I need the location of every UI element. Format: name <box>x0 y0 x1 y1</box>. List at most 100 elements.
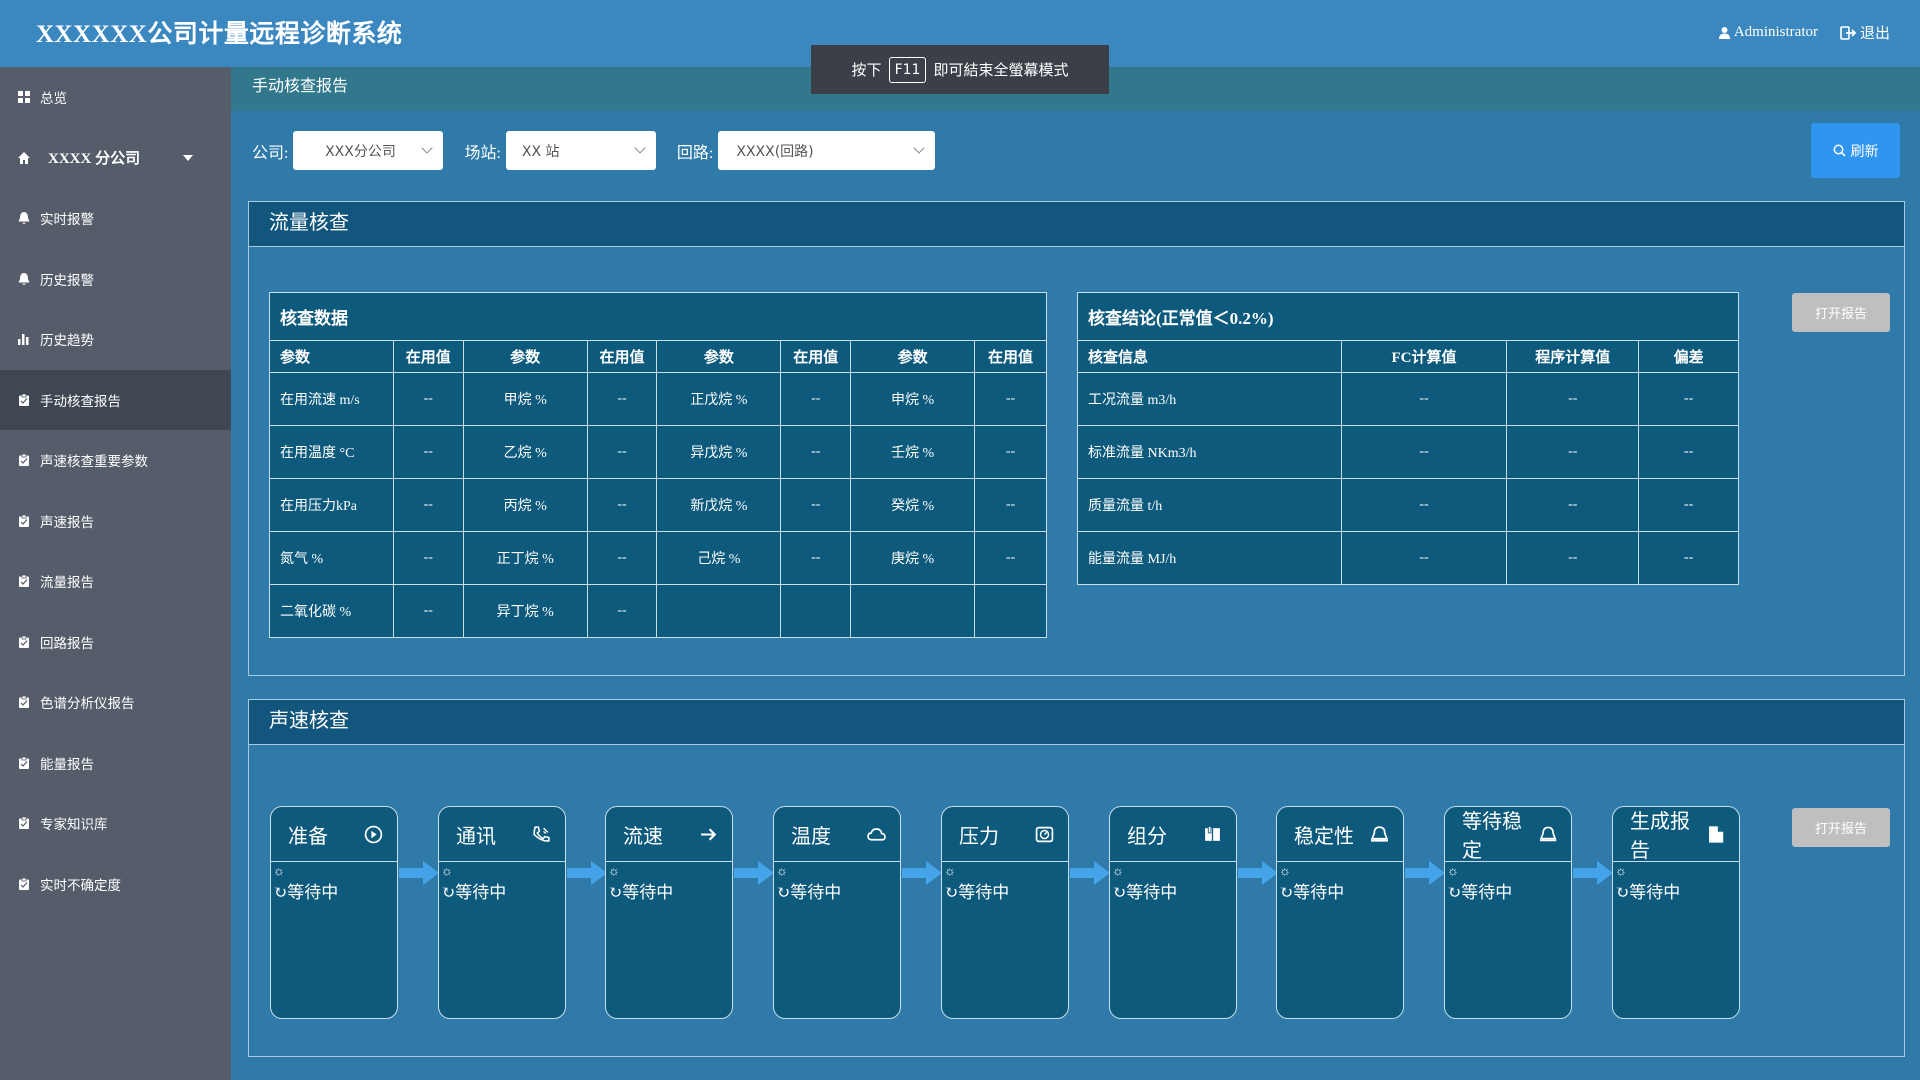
flow-arrow-icon <box>567 861 607 885</box>
cloud-icon <box>867 827 886 841</box>
caret-down-icon <box>183 154 193 161</box>
sidebar-item-13[interactable]: 实时不确定度 <box>0 854 231 915</box>
flow-arrow-icon <box>1405 861 1445 885</box>
sidebar-item-4[interactable]: 历史趋势 <box>0 309 231 370</box>
check-conclusion-cell: -- <box>1638 478 1739 532</box>
table-row: 氮气 % -- 正丁烷 % -- 己烷 % -- 庚烷 % -- <box>269 531 1047 585</box>
step-status: ☼ ↻等待中 <box>271 862 397 903</box>
refresh-button[interactable]: 刷新 <box>1811 123 1900 178</box>
table-row: 在用流速 m/s -- 甲烷 % -- 正戊烷 % -- 申烷 % -- <box>269 372 1047 426</box>
check-data-cell: -- <box>974 425 1047 479</box>
bell-outline-icon <box>1539 826 1557 841</box>
sidebar-item-label: 手动核查报告 <box>40 393 121 409</box>
sidebar-item-9[interactable]: 回路报告 <box>0 612 231 673</box>
sidebar-item-11[interactable]: 能量报告 <box>0 733 231 794</box>
check-conclusion-cell: 质量流量 t/h <box>1077 478 1342 532</box>
sidebar-item-7[interactable]: 声速报告 <box>0 491 231 552</box>
flow-arrow-icon <box>1238 861 1278 885</box>
step-status: ☼ ↻等待中 <box>774 862 900 903</box>
check-data-cell: 丙烷 % <box>462 478 588 532</box>
sidebar-item-5[interactable]: 手动核查报告 <box>0 369 231 430</box>
step-status: ☼ ↻等待中 <box>606 862 732 903</box>
step-status: ☼ ↻等待中 <box>942 862 1068 903</box>
sidebar-item-2[interactable]: 实时报警 <box>0 188 231 249</box>
flow-check-title: 流量核查 <box>249 202 1904 247</box>
chevron-down-icon <box>634 142 646 154</box>
step-status: ☼ ↻等待中 <box>1277 862 1403 903</box>
check-data-cell: 在用流速 m/s <box>269 372 394 426</box>
check-conclusion-cell: -- <box>1340 531 1508 585</box>
check-conclusion-header-cell: 偏差 <box>1638 340 1739 373</box>
table-row: 工况流量 m3/h -- -- -- <box>1077 372 1739 426</box>
loop-label: 回路: <box>676 144 714 162</box>
sidebar-item-label: 实时报警 <box>40 212 94 228</box>
flow-arrow-icon <box>1573 861 1613 885</box>
step-header: 稳定性 <box>1277 807 1403 862</box>
check-data-cell: -- <box>780 425 852 479</box>
chevron-down-icon <box>913 142 926 154</box>
search-icon <box>1833 144 1846 157</box>
clipboard-icon <box>19 514 29 527</box>
step-label: 温度 <box>791 825 831 848</box>
sidebar-item-12[interactable]: 专家知识库 <box>0 793 231 854</box>
check-conclusion-cell: 能量流量 MJ/h <box>1077 531 1342 585</box>
clipboard-icon <box>19 696 29 709</box>
sidebar-item-6[interactable]: 声速核查重要参数 <box>0 430 231 491</box>
check-data-cell: 己烷 % <box>656 531 782 585</box>
user-menu[interactable]: Administrator <box>1718 24 1818 41</box>
check-conclusion-cell: -- <box>1638 372 1739 426</box>
arrow-right-icon <box>701 827 717 841</box>
sidebar-item-0[interactable]: 总览 <box>0 67 231 128</box>
sidebar-item-label: XXXX 分公司 <box>48 151 141 168</box>
open-report-button-sound[interactable]: 打开报告 <box>1792 808 1890 847</box>
check-data-cell: -- <box>974 478 1047 532</box>
clipboard-icon <box>19 575 29 588</box>
check-conclusion-cell: -- <box>1506 425 1640 479</box>
step-label: 稳定性 <box>1294 825 1354 848</box>
flow-arrow-icon <box>1070 861 1110 885</box>
step-card-0: 准备 ☼ ↻等待中 <box>270 806 398 1019</box>
fullscreen-tip-prefix: 按下 <box>851 61 882 79</box>
sidebar-item-10[interactable]: 色谱分析仪报告 <box>0 672 231 733</box>
company-label: 公司: <box>252 144 289 162</box>
logout-button[interactable]: 退出 <box>1840 22 1890 43</box>
refresh-icon: ↻ <box>776 883 791 902</box>
sign-out-icon <box>1840 25 1857 40</box>
sidebar-item-label: 能量报告 <box>40 756 94 772</box>
flow-arrow-icon <box>734 861 774 885</box>
step-label: 流速 <box>623 825 663 848</box>
check-data-header-cell: 在用值 <box>974 340 1047 373</box>
step-header: 组分 <box>1110 807 1236 862</box>
check-data-cell: 乙烷 % <box>462 425 588 479</box>
clipboard-icon <box>19 454 29 467</box>
bell-icon <box>18 272 30 285</box>
check-data-cell: -- <box>392 584 464 638</box>
fullscreen-tip-suffix: 即可結束全螢幕模式 <box>933 61 1069 79</box>
clipboard-icon <box>19 393 29 406</box>
sidebar-item-8[interactable]: 流量报告 <box>0 551 231 612</box>
company-select[interactable]: XXX分公司 <box>293 131 444 170</box>
step-card-4: 压力 ☼ ↻等待中 <box>941 806 1069 1019</box>
table-row: 能量流量 MJ/h -- -- -- <box>1077 531 1739 585</box>
step-label: 压力 <box>959 825 999 848</box>
table-row: 标准流量 NKm3/h -- -- -- <box>1077 425 1739 479</box>
open-report-button-flow[interactable]: 打开报告 <box>1792 293 1890 332</box>
spinner-icon: ☼ <box>273 863 285 878</box>
check-data-cell: 甲烷 % <box>462 372 588 426</box>
step-status: ☼ ↻等待中 <box>439 862 565 903</box>
step-card-6: 稳定性 ☼ ↻等待中 <box>1276 806 1404 1019</box>
step-label: 生成报告 <box>1630 811 1690 862</box>
check-data-cell: -- <box>392 531 464 585</box>
step-card-7: 等待稳定 ☼ ↻等待中 <box>1444 806 1572 1019</box>
station-select-value: XX 站 <box>521 143 560 160</box>
station-label: 场站: <box>464 144 501 162</box>
sidebar-item-3[interactable]: 历史报警 <box>0 249 231 310</box>
spinner-icon: ☼ <box>441 863 453 878</box>
sidebar-item-1[interactable]: XXXX 分公司 <box>0 128 231 189</box>
sidebar-item-label: 历史趋势 <box>40 333 94 349</box>
check-data-cell: 壬烷 % <box>850 425 976 479</box>
user-icon <box>1718 27 1730 39</box>
loop-select[interactable]: XXXX(回路) <box>718 131 936 170</box>
refresh-icon: ↻ <box>608 883 623 902</box>
station-select[interactable]: XX 站 <box>505 131 656 170</box>
